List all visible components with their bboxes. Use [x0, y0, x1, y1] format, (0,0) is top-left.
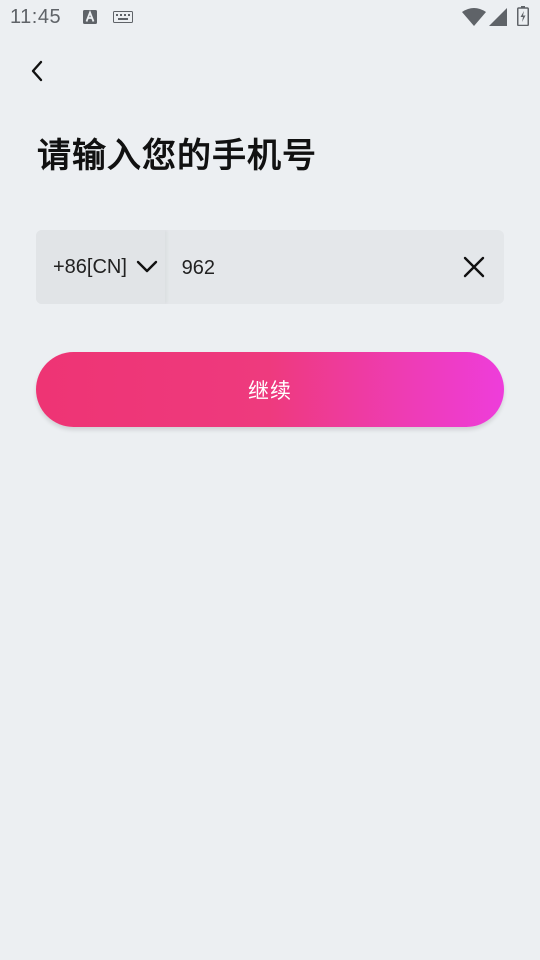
close-icon — [464, 256, 485, 278]
phone-number-input[interactable] — [164, 230, 449, 304]
back-button[interactable] — [20, 54, 54, 88]
phone-input-row: +86[CN] — [36, 230, 504, 304]
country-code-label: +86[CN] — [53, 255, 127, 278]
status-bar: 11:45 — [0, 0, 540, 36]
chevron-left-icon — [31, 60, 43, 82]
wifi-icon — [462, 8, 486, 26]
signal-icon — [489, 8, 507, 26]
keyboard-icon — [113, 11, 133, 23]
a-icon — [83, 10, 97, 24]
page-title: 请输入您的手机号 — [37, 136, 317, 176]
battery-icon — [517, 6, 529, 26]
chevron-down-icon — [136, 260, 158, 273]
continue-button[interactable]: 继续 — [36, 352, 504, 427]
clear-button[interactable] — [449, 230, 500, 304]
country-code-select[interactable]: +86[CN] — [36, 230, 165, 304]
status-time: 11:45 — [10, 6, 62, 28]
